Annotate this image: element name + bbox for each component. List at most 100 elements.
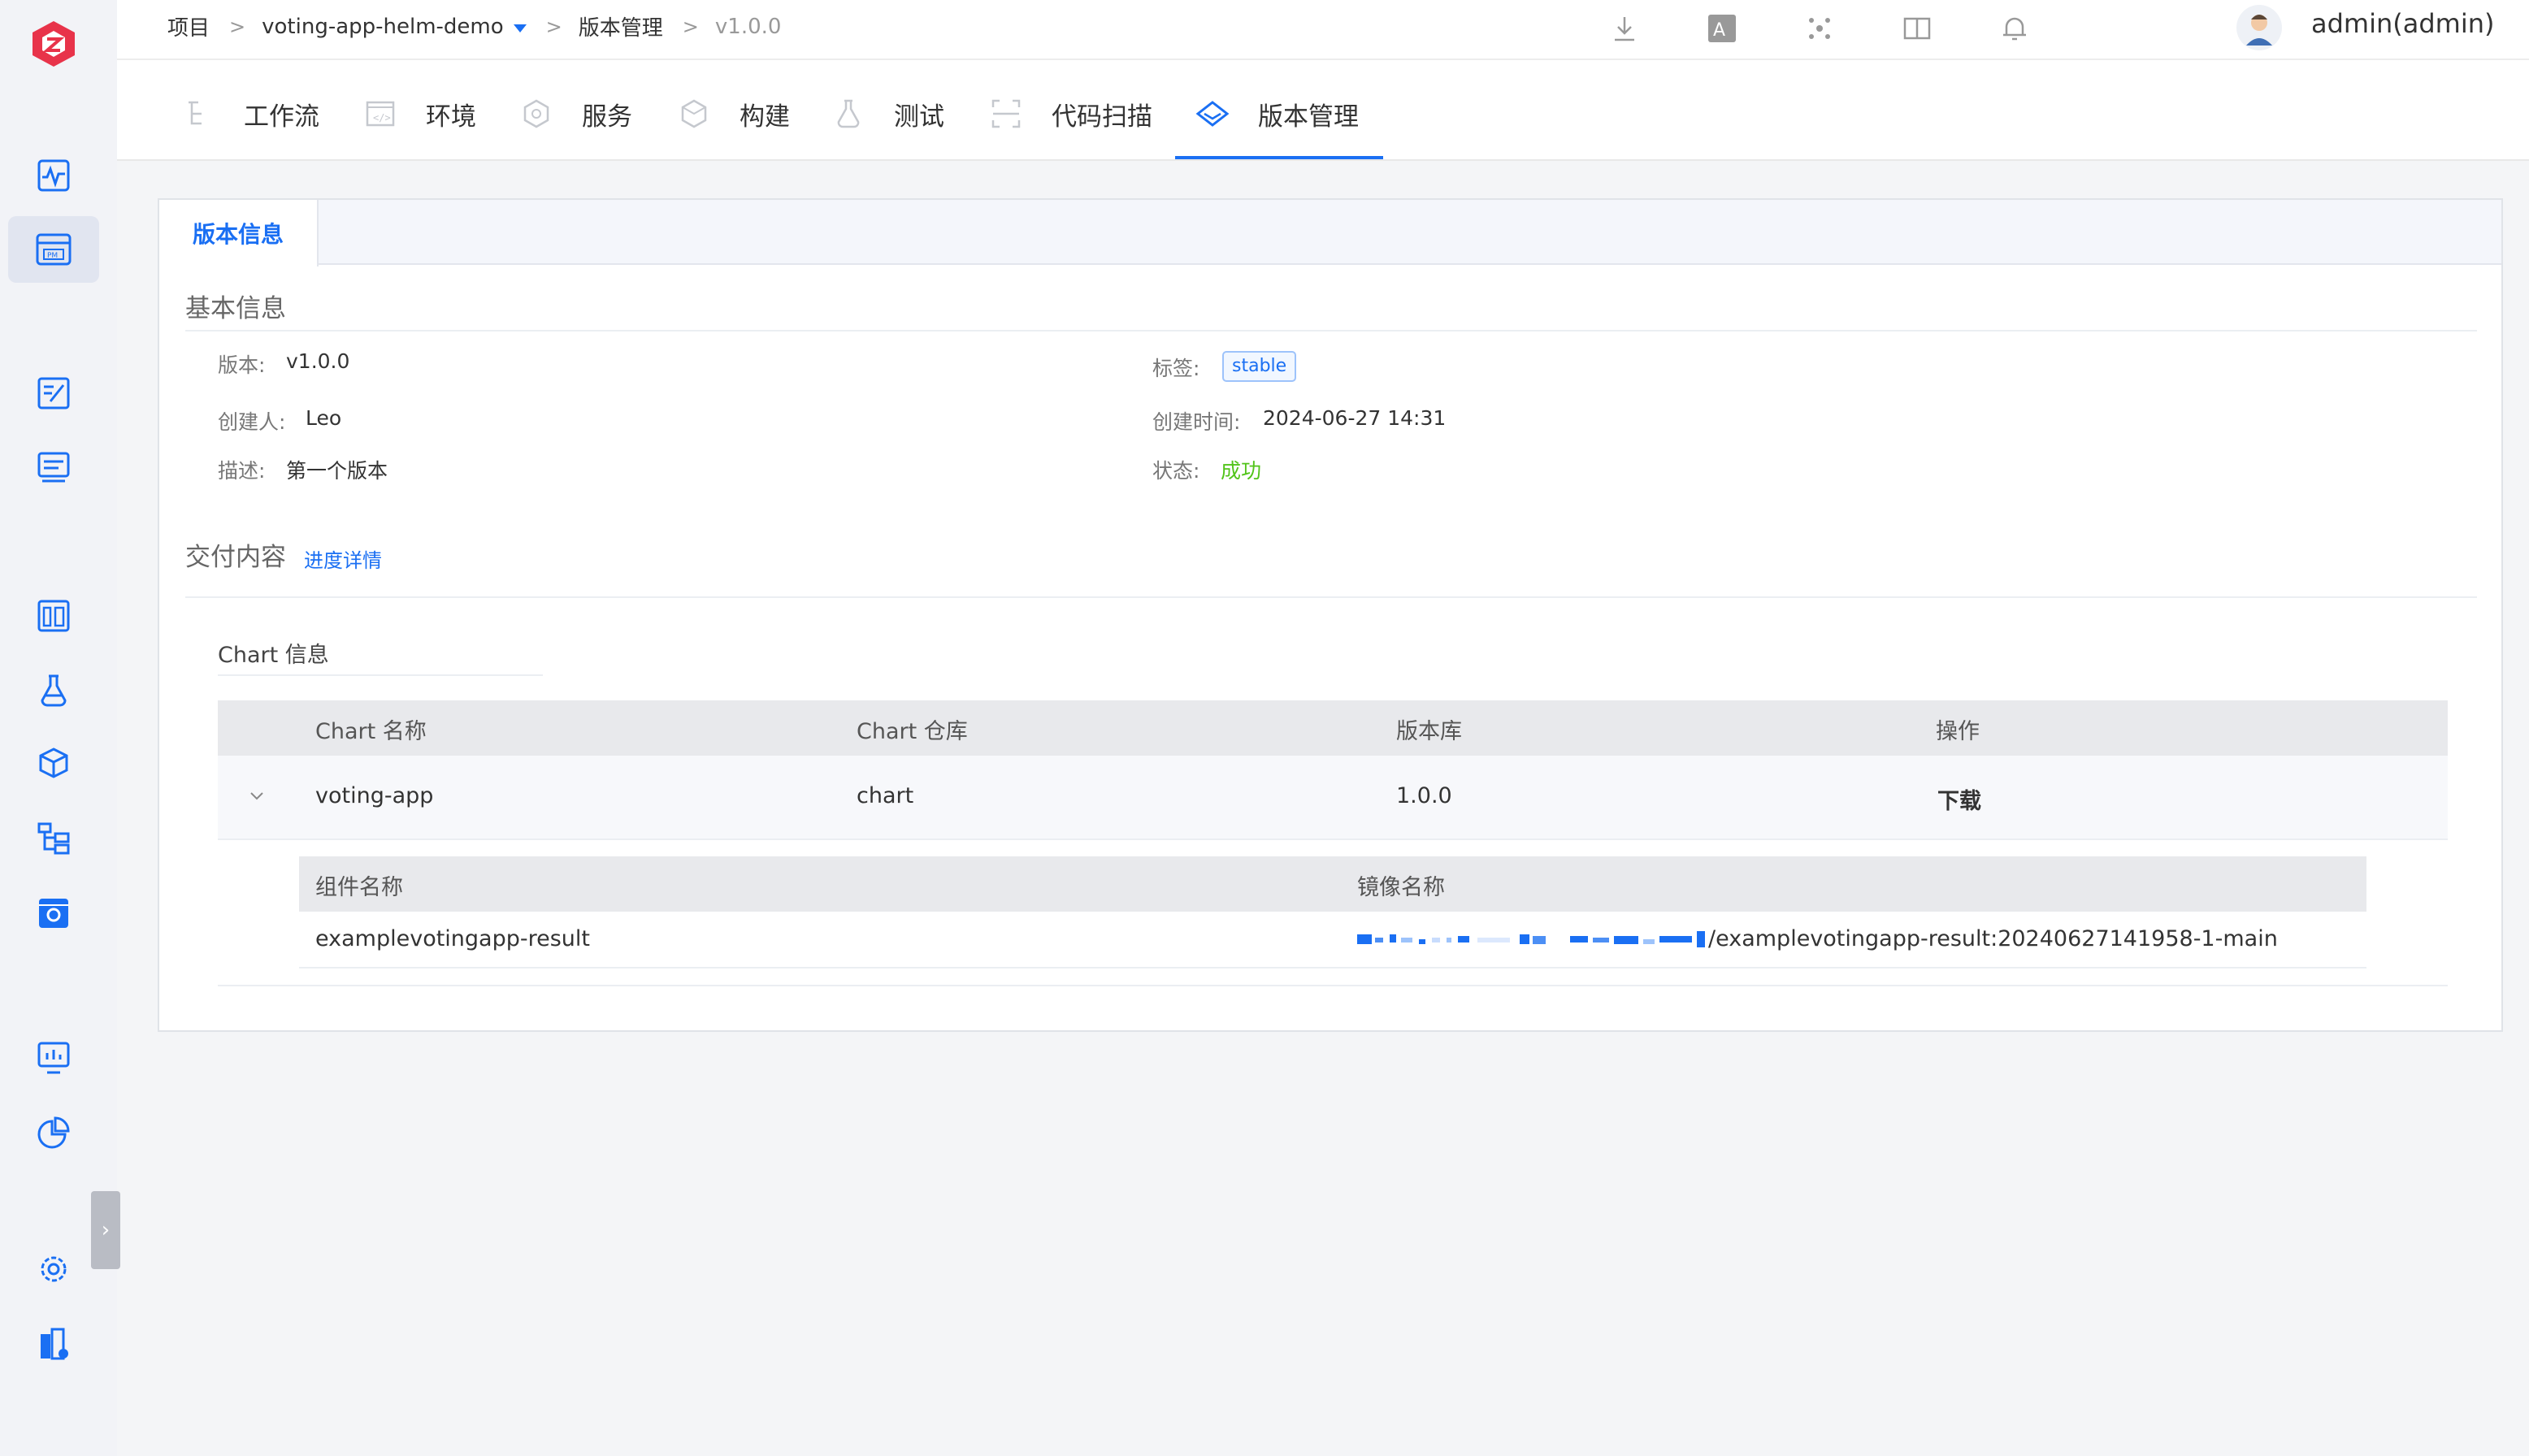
breadcrumb-project[interactable]: 项目 [167,11,210,41]
tab-version-management[interactable]: 版本管理 [1195,89,1359,138]
svg-text:PM: PM [47,252,58,260]
scan-icon [988,96,1024,132]
divider [185,596,2477,598]
component-name: examplevotingapp-result [315,926,591,951]
tab-label: 构建 [740,102,790,132]
version-card: 版本信息 基本信息 版本: v1.0.0 标签: stable 创建人: Leo… [158,198,2503,1032]
tab-code-scan[interactable]: 代码扫描 [988,89,1152,138]
chart-version: 1.0.0 [1396,783,1452,808]
created-time-label: 创建时间: [1152,410,1241,434]
tab-label: 版本管理 [1258,102,1359,132]
network-icon[interactable] [1799,8,1840,49]
package-icon[interactable] [33,743,75,785]
chevron-right-icon: › [101,1218,111,1242]
download-link[interactable]: 下载 [1937,783,1981,815]
monitor-chart-icon[interactable] [33,1037,75,1079]
breadcrumb-project-name[interactable]: voting-app-helm-demo [262,15,504,39]
translate-icon[interactable]: A [1702,8,1742,49]
basic-info-title: 基本信息 [185,294,286,323]
download-icon[interactable] [1604,8,1645,49]
logo-icon[interactable] [29,20,78,68]
description-value: 第一个版本 [286,459,388,483]
column-header: 版本库 [1396,719,1462,744]
table-row: examplevotingapp-result /examplevotingap… [299,912,2366,968]
chevron-down-icon[interactable] [245,785,268,808]
tab-label: 环境 [426,102,476,132]
chart-repo: chart [857,783,914,808]
tab-label: 服务 [582,102,632,132]
divider [185,330,2477,332]
tag-badge: stable [1222,351,1297,382]
table-row: voting-app chart 1.0.0 下载 [218,756,2448,840]
column-header: 操作 [1936,719,1980,744]
tab-service[interactable]: 服务 [518,89,632,138]
breadcrumb-section[interactable]: 版本管理 [579,11,663,41]
top-bar: 项目 > voting-app-helm-demo > 版本管理 > v1.0.… [117,0,2529,60]
user-name[interactable]: admin(admin) [2311,8,2495,39]
svg-text:A: A [1713,20,1725,41]
breadcrumb-separator: > [229,15,246,38]
card-tab-bar: 版本信息 [159,200,2501,266]
test-icon [831,96,866,132]
pm-icon[interactable]: PM [8,216,99,283]
creator-label: 创建人: [218,410,286,434]
dashboard-icon[interactable] [33,595,75,637]
flask-icon[interactable] [33,670,75,712]
edit-doc-icon[interactable] [33,372,75,414]
module-tabs: 工作流 </> 环境 服务 构建 测试 代码扫描 版本管理 [117,60,2529,161]
sidebar-collapse-button[interactable]: › [91,1191,120,1269]
status-label: 状态: [1152,459,1200,483]
component-table-header: 组件名称 镜像名称 [299,856,2366,912]
settings-box-icon[interactable] [33,892,75,934]
building-icon[interactable] [33,1323,75,1365]
column-header: 镜像名称 [1357,875,1445,900]
tab-environment[interactable]: </> 环境 [362,89,476,138]
divider [218,985,2448,986]
chart-info-title: Chart 信息 [218,643,329,668]
version-icon [1195,96,1230,132]
delivery-title: 交付内容 [185,543,286,572]
chart-table-header: Chart 名称 Chart 仓库 版本库 操作 [218,700,2448,756]
bell-icon[interactable] [1994,8,2035,49]
version-value: v1.0.0 [286,349,350,373]
pulse-icon[interactable] [33,154,75,197]
tab-label: 工作流 [244,102,319,132]
delivery-icon[interactable] [33,447,75,489]
pie-chart-icon[interactable] [33,1112,75,1154]
tab-test[interactable]: 测试 [831,89,944,138]
workflow-icon [180,96,216,132]
divider [218,674,543,676]
service-icon [518,96,554,132]
status-badge: 成功 [1221,459,1262,483]
image-registry-redacted [1357,926,1723,951]
chart-name: voting-app [315,783,434,808]
avatar[interactable] [2235,3,2284,52]
version-label: 版本: [218,353,266,377]
svg-text:</>: </> [373,112,391,124]
column-header: Chart 名称 [315,719,427,744]
breadcrumb-version: v1.0.0 [714,14,782,39]
progress-details-link[interactable]: 进度详情 [304,544,382,573]
breadcrumb: 项目 > voting-app-helm-demo > 版本管理 > v1.0.… [167,11,781,41]
tab-version-info[interactable]: 版本信息 [159,200,319,266]
tab-label: 测试 [894,102,944,132]
active-tab-indicator [1175,156,1383,159]
caret-down-icon[interactable] [513,24,527,32]
column-header: Chart 仓库 [857,719,968,744]
column-header: 组件名称 [315,875,403,900]
tab-label: 代码扫描 [1052,102,1152,132]
image-name-link[interactable]: /examplevotingapp-result:20240627141958-… [1708,926,2278,951]
breadcrumb-separator: > [545,15,562,38]
tab-workflow[interactable]: 工作流 [180,89,319,138]
book-icon[interactable] [1897,8,1937,49]
build-icon [676,96,712,132]
environment-icon: </> [362,96,398,132]
breadcrumb-separator: > [682,15,699,38]
tree-icon[interactable] [33,817,75,860]
description-label: 描述: [218,459,266,483]
creator-value: Leo [306,406,342,430]
created-time-value: 2024-06-27 14:31 [1263,406,1447,430]
tab-build[interactable]: 构建 [676,89,790,138]
gear-icon[interactable] [33,1248,75,1290]
sidebar: PM › [0,0,120,1456]
